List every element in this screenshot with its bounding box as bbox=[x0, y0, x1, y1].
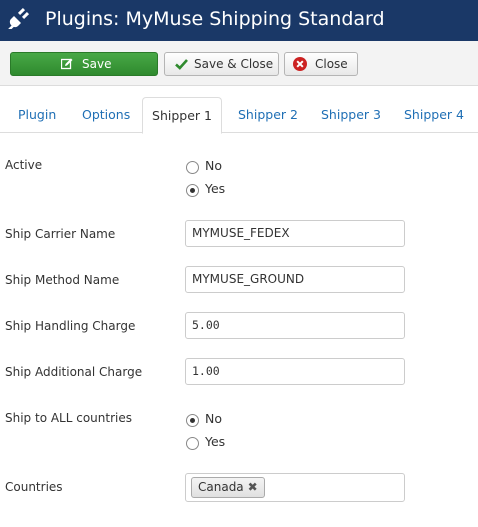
carrier-name-label: Ship Carrier Name bbox=[5, 227, 116, 241]
save-button[interactable]: Save bbox=[10, 52, 158, 76]
method-name-label: Ship Method Name bbox=[5, 273, 120, 287]
tab-shipper-1[interactable]: Shipper 1 bbox=[142, 97, 222, 134]
close-button-label: Close bbox=[315, 57, 348, 71]
handling-charge-input[interactable]: 5.00 bbox=[185, 312, 405, 339]
tab-bar: Plugin Options Shipper 1 Shipper 2 Shipp… bbox=[0, 97, 478, 134]
method-name-input[interactable]: MYMUSE_GROUND bbox=[185, 266, 405, 293]
save-button-label: Save bbox=[82, 57, 112, 71]
country-chip: Canada ✖ bbox=[191, 477, 265, 498]
additional-charge-label: Ship Additional Charge bbox=[5, 365, 143, 379]
active-no-label[interactable]: No bbox=[205, 158, 222, 173]
all-countries-no-radio[interactable] bbox=[186, 414, 199, 427]
save-close-button[interactable]: Save & Close bbox=[164, 52, 279, 76]
plug-icon bbox=[8, 7, 30, 29]
check-icon bbox=[175, 59, 188, 70]
tab-plugin[interactable]: Plugin bbox=[18, 97, 56, 133]
page-header: Plugins: MyMuse Shipping Standard bbox=[0, 0, 478, 41]
page-title: Plugins: MyMuse Shipping Standard bbox=[45, 8, 385, 30]
save-close-button-label: Save & Close bbox=[194, 57, 274, 71]
active-label: Active bbox=[5, 158, 43, 172]
close-icon bbox=[293, 57, 307, 71]
active-no-radio[interactable] bbox=[186, 161, 199, 174]
edit-icon bbox=[61, 58, 73, 70]
close-button[interactable]: Close bbox=[284, 52, 358, 76]
all-countries-no-label[interactable]: No bbox=[205, 411, 222, 426]
all-countries-yes-label[interactable]: Yes bbox=[205, 434, 225, 449]
active-yes-label[interactable]: Yes bbox=[205, 181, 225, 196]
additional-charge-input[interactable]: 1.00 bbox=[185, 358, 405, 385]
all-countries-yes-radio[interactable] bbox=[186, 437, 199, 450]
tab-shipper-3[interactable]: Shipper 3 bbox=[321, 97, 381, 133]
countries-label: Countries bbox=[5, 480, 63, 494]
remove-chip-icon[interactable]: ✖ bbox=[248, 478, 258, 497]
tab-shipper-2[interactable]: Shipper 2 bbox=[238, 97, 298, 133]
active-yes-radio[interactable] bbox=[186, 184, 199, 197]
country-chip-label: Canada bbox=[198, 480, 244, 494]
carrier-name-input[interactable]: MYMUSE_FEDEX bbox=[185, 220, 405, 247]
handling-charge-label: Ship Handling Charge bbox=[5, 319, 136, 333]
tab-shipper-4[interactable]: Shipper 4 bbox=[404, 97, 464, 133]
toolbar: Save Save & Close Close bbox=[0, 41, 478, 86]
tab-options[interactable]: Options bbox=[82, 97, 130, 133]
all-countries-label: Ship to ALL countries bbox=[5, 411, 133, 425]
